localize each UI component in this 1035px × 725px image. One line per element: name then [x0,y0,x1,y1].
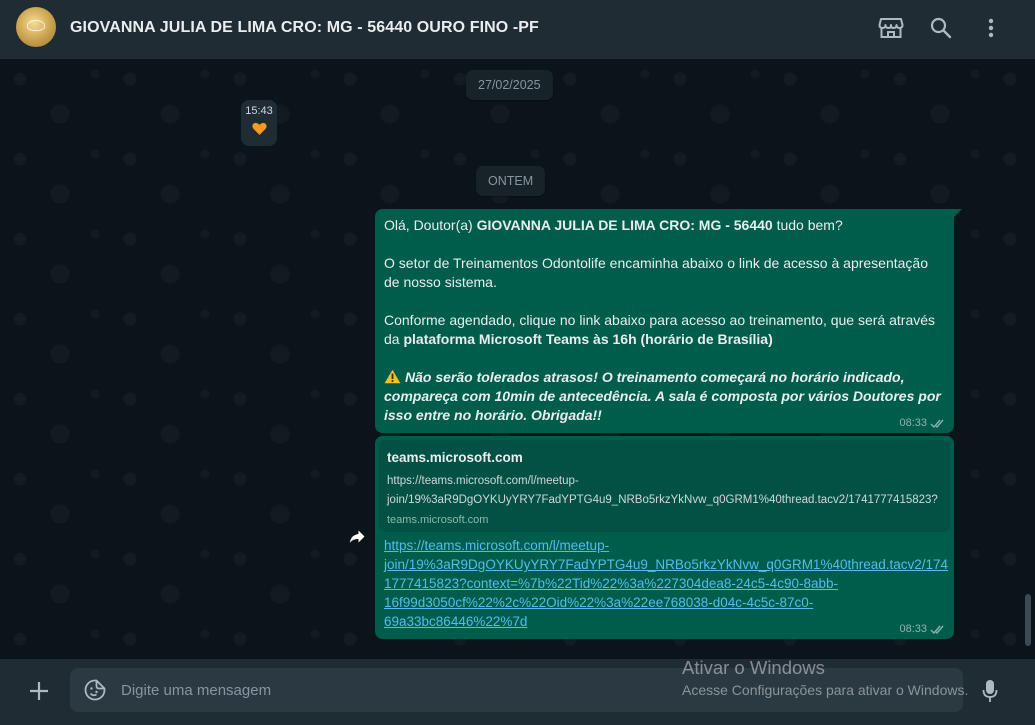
date-chip: ONTEM [476,166,546,196]
message-line: de nosso sistema. [384,274,497,290]
orange-heart-emoji [252,122,267,135]
outgoing-message[interactable]: Olá, Doutor(a) GIOVANNA JULIA DE LIMA CR… [375,209,962,433]
forward-button[interactable] [344,524,370,550]
double-check-icon [930,419,944,428]
message-time: 15:43 [245,105,273,117]
message-line: da plataforma Microsoft Teams às 16h (ho… [384,331,773,347]
message-time: 08:33 [899,417,927,429]
message-meta: 08:33 [899,417,946,429]
warning-line: compareça com 10min de antecedência. A s… [384,388,941,404]
forward-icon [349,530,365,543]
double-check-icon [930,625,944,634]
warning-line: isso entre no horário. Obrigada!! [384,407,602,423]
message-line: O setor de Treinamentos Odontolife encam… [384,255,928,271]
menu-dots-icon[interactable] [977,14,1005,42]
storefront-icon[interactable] [877,14,905,42]
preview-title: teams.microsoft.com [387,450,523,465]
mic-icon [982,680,998,702]
warning-emoji [384,369,401,384]
message-input[interactable] [121,668,721,712]
meeting-link[interactable]: https://teams.microsoft.com/l/meetup- jo… [384,536,948,631]
date-chip: 27/02/2025 [466,70,553,100]
bubble-tail [954,209,962,217]
scrollbar-track[interactable] [1025,65,1031,653]
attach-button[interactable] [26,678,52,704]
search-icon[interactable] [927,14,955,42]
chat-area[interactable]: 27/02/2025 15:43 ONTEM Olá, Doutor(a) GI… [0,59,1035,659]
contact-avatar[interactable] [16,7,56,47]
contact-name[interactable]: GIOVANNA JULIA DE LIMA CRO: MG - 56440 O… [70,19,539,37]
chat-header: GIOVANNA JULIA DE LIMA CRO: MG - 56440 O… [0,0,1035,59]
message-line: Conforme agendado, clique no link abaixo… [384,312,936,328]
composer-bar [0,659,1035,725]
incoming-message[interactable]: 15:43 [241,100,277,146]
preview-domain: teams.microsoft.com [387,514,489,526]
avatar-logo [27,20,45,31]
preview-description: https://teams.microsoft.com/l/meetup- jo… [387,475,938,506]
scrollbar-thumb[interactable] [1025,594,1031,646]
voice-message-button[interactable] [978,678,1002,704]
message-time: 08:33 [899,623,927,635]
link-preview-card[interactable]: teams.microsoft.com https://teams.micros… [379,440,950,532]
sticker-icon[interactable] [84,679,106,701]
warning-line: Não serão tolerados atrasos! O treinamen… [384,368,934,387]
plus-icon [30,682,48,700]
message-meta: 08:33 [899,623,946,635]
outgoing-link-message[interactable]: teams.microsoft.com https://teams.micros… [375,436,954,639]
message-line: Olá, Doutor(a) GIOVANNA JULIA DE LIMA CR… [384,217,843,233]
message-composer[interactable] [70,668,963,712]
